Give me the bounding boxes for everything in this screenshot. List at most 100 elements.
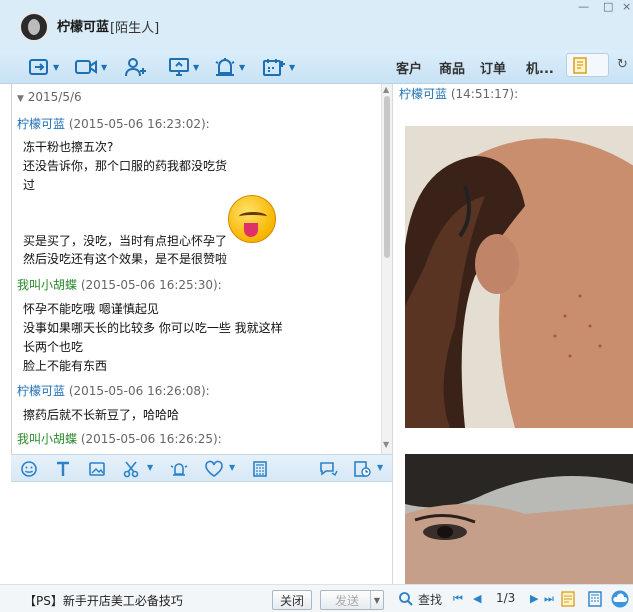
shake-icon[interactable] — [169, 460, 189, 478]
calculator-icon[interactable] — [587, 590, 603, 608]
message-line: 过 — [23, 178, 36, 192]
shared-photo[interactable] — [405, 454, 633, 584]
chevron-down-icon: ▼ — [289, 62, 296, 72]
bottom-bar: 【PS】新手开店美工必备技巧 关闭 发送 ▼ — [0, 584, 392, 612]
alarm-icon — [215, 58, 235, 76]
schedule-button[interactable]: ▼ — [262, 56, 295, 78]
page-indicator: 1/3 — [496, 591, 516, 605]
chevron-down-icon[interactable]: ▼ — [229, 463, 235, 472]
collapse-arrow-icon: ▼ — [17, 94, 24, 104]
calculator-icon[interactable] — [251, 460, 269, 478]
chat-history: ▼ 2015/5/6 柠檬可蓝 (2015-05-06 16:23:02): 冻… — [11, 84, 381, 454]
message-time: (2015-05-06 16:26:08): — [68, 384, 210, 398]
sender-name[interactable]: 柠檬可蓝 — [17, 384, 65, 398]
tab-customer[interactable]: 客户 — [396, 58, 422, 77]
close-window-icon[interactable]: × — [622, 0, 631, 13]
alarm-button[interactable]: ▼ — [214, 56, 245, 78]
emoji-icon[interactable] — [20, 460, 38, 478]
message-header: 我叫小胡蝶 (2015-05-06 16:26:25): — [17, 430, 222, 447]
image-preview-pane: 柠檬可蓝 (14:51:17): — [392, 84, 633, 584]
preview-bottom-bar: 查找 ⏮ ◀ 1/3 ▶ ⏭ — [392, 584, 633, 612]
message-line: 长两个也吃 — [23, 340, 84, 354]
message-line: 擦药后就不长新豆了，哈哈哈 — [23, 408, 180, 422]
chat-window-header: 柠檬可蓝 [陌生人] — □ × — [0, 0, 633, 50]
search-icon[interactable] — [398, 591, 414, 607]
close-button[interactable]: 关闭 — [272, 590, 312, 610]
next-page-icon[interactable]: ▶ — [530, 592, 538, 605]
previous-page-icon[interactable]: ◀ — [473, 592, 481, 605]
video-call-icon — [75, 60, 97, 74]
send-button-label: 发送 — [335, 593, 360, 608]
heart-icon[interactable] — [204, 460, 224, 478]
preview-header: 柠檬可蓝 (14:51:17): — [399, 85, 518, 102]
message-line: 脸上不能有东西 — [23, 359, 108, 373]
chevron-down-icon[interactable]: ▼ — [147, 463, 153, 472]
cloud-icon[interactable] — [610, 589, 630, 609]
screen-share-icon — [169, 58, 189, 76]
message-time: (2015-05-06 16:23:02): — [68, 117, 210, 131]
find-label[interactable]: 查找 — [418, 591, 442, 608]
schedule-icon — [263, 59, 285, 76]
tab-notes[interactable] — [566, 53, 609, 77]
image-icon[interactable] — [88, 460, 106, 478]
input-toolbar: ▼ ▼ ▼ — [11, 454, 392, 482]
maximize-icon[interactable]: □ — [603, 0, 613, 13]
history-icon[interactable] — [353, 460, 371, 478]
message-line: 买是买了，没吃，当时有点担心怀孕了 — [23, 234, 228, 248]
photo-face-front — [405, 454, 633, 584]
message-time: (2015-05-06 16:26:25): — [80, 432, 222, 446]
send-button[interactable]: 发送 ▼ — [320, 590, 384, 610]
promo-link[interactable]: 【PS】新手开店美工必备技巧 — [24, 592, 183, 609]
quick-reply-icon[interactable] — [318, 460, 338, 478]
message-line: 还没告诉你，那个口服的药我都没吃货 — [23, 159, 228, 173]
contact-tag: [陌生人] — [110, 21, 160, 36]
chevron-down-icon: ▼ — [193, 62, 200, 72]
notes-icon — [573, 57, 587, 74]
scrollbar-thumb[interactable] — [384, 96, 390, 258]
send-file-button[interactable]: ▼ — [28, 56, 59, 78]
font-icon[interactable] — [54, 460, 72, 478]
message-header: 柠檬可蓝 (2015-05-06 16:23:02): — [17, 115, 210, 132]
scroll-down-icon[interactable]: ▼ — [383, 440, 389, 449]
notes-icon[interactable] — [560, 590, 576, 608]
scissors-icon[interactable] — [122, 460, 140, 478]
chevron-down-icon: ▼ — [239, 62, 246, 72]
chevron-down-icon[interactable]: ▼ — [377, 463, 383, 472]
send-options-chevron-icon[interactable]: ▼ — [370, 591, 383, 609]
sender-name[interactable]: 我叫小胡蝶 — [17, 278, 77, 292]
first-page-icon[interactable]: ⏮ — [453, 592, 463, 606]
last-page-icon[interactable]: ⏭ — [544, 592, 554, 606]
laughing-emoji-icon — [228, 195, 276, 243]
message-line: 怀孕不能吃哦 嗯谨慎起见 — [23, 302, 159, 316]
date-label: 2015/5/6 — [27, 90, 82, 104]
chat-scrollbar[interactable]: ▲ ▼ — [381, 84, 392, 454]
main-toolbar: ▼ ▼ ▼ ▼ ▼ 客户 商品 订单 机... — [0, 50, 633, 84]
add-contact-button[interactable] — [124, 56, 148, 78]
contact-name[interactable]: 柠檬可蓝 — [57, 16, 109, 35]
sender-name[interactable]: 柠檬可蓝 — [17, 117, 65, 131]
minimize-icon[interactable]: — — [578, 0, 589, 13]
message-line: 没事如果哪天长的比较多 你可以吃一些 我就这样 — [23, 321, 283, 335]
send-file-icon — [29, 59, 48, 75]
preview-sender[interactable]: 柠檬可蓝 — [399, 87, 447, 101]
sender-name[interactable]: 我叫小胡蝶 — [17, 432, 77, 446]
chevron-down-icon: ▼ — [101, 62, 108, 72]
message-header: 我叫小胡蝶 (2015-05-06 16:25:30): — [17, 276, 222, 293]
message-input[interactable] — [11, 482, 392, 584]
message-line: 冻干粉也擦五次? — [23, 140, 114, 154]
message-time: (2015-05-06 16:25:30): — [80, 278, 222, 292]
refresh-icon[interactable]: ↻ — [617, 57, 628, 72]
screen-share-button[interactable]: ▼ — [168, 56, 199, 78]
tab-orders[interactable]: 订单 — [480, 58, 506, 77]
preview-time: (14:51:17): — [450, 87, 519, 101]
tab-products[interactable]: 商品 — [439, 58, 465, 77]
scroll-up-icon[interactable]: ▲ — [383, 85, 389, 94]
add-contact-icon — [125, 58, 146, 77]
date-separator[interactable]: ▼ 2015/5/6 — [17, 90, 82, 104]
message-line: 然后没吃还有这个效果，是不是很赞啦 — [23, 252, 228, 266]
contact-avatar[interactable] — [19, 12, 49, 42]
tab-more[interactable]: 机... — [526, 58, 554, 77]
video-call-button[interactable]: ▼ — [74, 56, 107, 78]
shared-photo[interactable] — [405, 126, 633, 428]
photo-face-side — [405, 126, 633, 428]
